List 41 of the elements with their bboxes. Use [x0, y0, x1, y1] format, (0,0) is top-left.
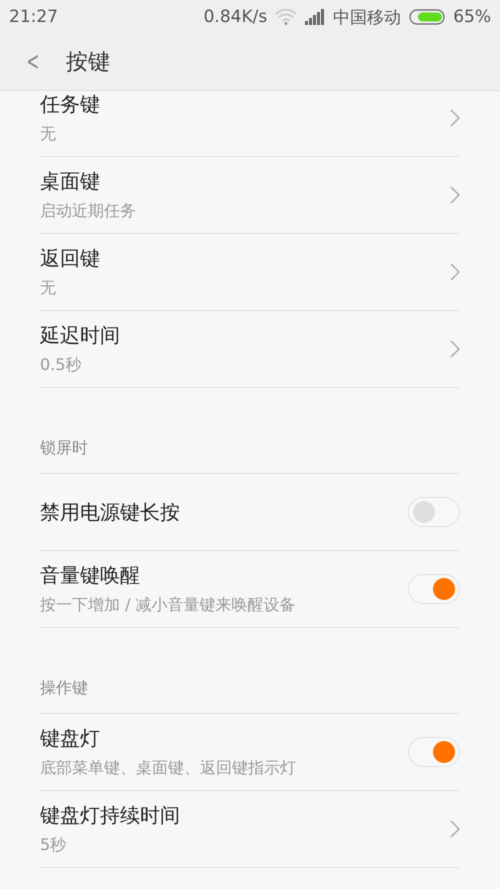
chevron-icon	[450, 340, 460, 358]
battery-icon	[409, 9, 446, 25]
row-subtitle: 按一下增加 / 减小音量键来唤醒设备	[40, 595, 297, 616]
row-subtitle: 启动近期任务	[40, 201, 137, 222]
signal-icon	[305, 9, 326, 25]
chevron-icon	[450, 186, 460, 204]
settings-row[interactable]: 音量键唤醒 按一下增加 / 减小音量键来唤醒设备	[40, 551, 460, 628]
row-subtitle: 无	[40, 278, 57, 299]
settings-row[interactable]: 禁用电源键长按	[40, 474, 460, 551]
settings-row[interactable]: 键盘灯持续时间 5秒	[40, 791, 460, 868]
carrier-name: 中国移动	[333, 6, 402, 28]
settings-row[interactable]: 延迟时间 0.5秒	[40, 311, 460, 388]
section-header: 锁屏时	[40, 438, 88, 459]
settings-row[interactable]: 返回键 无	[40, 234, 460, 311]
toggle-switch[interactable]	[408, 574, 460, 604]
row-title: 音量键唤醒	[40, 562, 141, 589]
row-subtitle: 5秒	[40, 835, 68, 856]
section-header: 操作键	[40, 678, 88, 699]
chevron-icon	[450, 820, 460, 838]
row-subtitle: 底部菜单键、桌面键、返回键指示灯	[40, 758, 297, 779]
toggle-switch[interactable]	[408, 497, 460, 527]
settings-row[interactable]: 任务键 无	[40, 91, 460, 157]
settings-row[interactable]: 键盘灯 底部菜单键、桌面键、返回键指示灯	[40, 714, 460, 791]
row-title: 任务键	[40, 91, 101, 118]
battery-percent: 65%	[453, 7, 491, 27]
settings-row[interactable]: 桌面键 启动近期任务	[40, 157, 460, 234]
toggle-switch[interactable]	[408, 737, 460, 767]
chevron-icon	[450, 263, 460, 281]
row-title: 键盘灯持续时间	[40, 802, 181, 829]
network-speed: 0.84K/s	[204, 7, 268, 27]
row-title: 键盘灯	[40, 725, 101, 752]
chevron-icon	[450, 109, 460, 127]
wifi-icon	[275, 9, 298, 25]
row-subtitle: 无	[40, 124, 57, 145]
row-title: 延迟时间	[40, 322, 121, 349]
row-subtitle: 0.5秒	[40, 355, 82, 376]
status-time: 21:27	[9, 7, 58, 27]
row-title: 禁用电源键长按	[40, 498, 181, 526]
page-title: 按键	[66, 49, 110, 77]
row-title: 桌面键	[40, 168, 101, 195]
row-title: 返回键	[40, 245, 101, 272]
